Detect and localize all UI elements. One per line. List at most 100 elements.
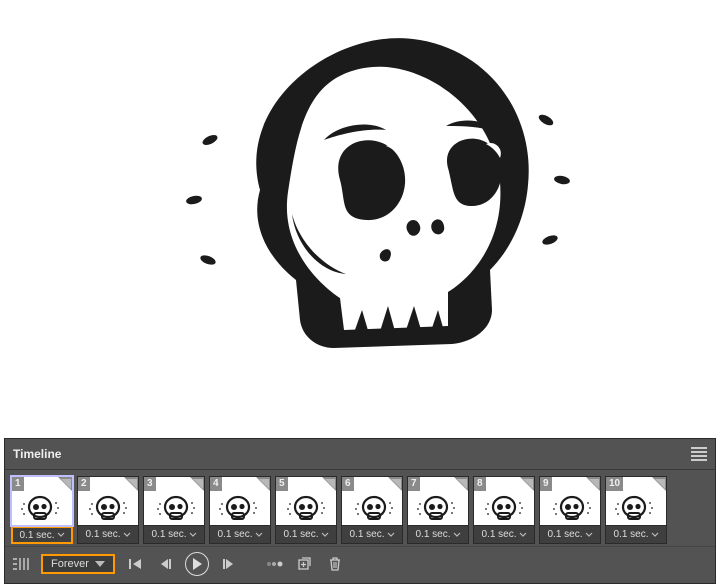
frame-delay-select[interactable]: 0.1 sec. (539, 526, 601, 544)
frame-delay-label: 0.1 sec. (19, 530, 54, 541)
frame-corner-fold-icon (58, 477, 72, 491)
frame-delay-select[interactable]: 0.1 sec. (77, 526, 139, 544)
frame-delay-label: 0.1 sec. (349, 529, 384, 540)
canvas (0, 0, 720, 420)
convert-to-video-timeline-button[interactable] (11, 554, 31, 574)
frame-thumbnail[interactable]: 2 (77, 476, 139, 526)
timeline-frame[interactable]: 3 0.1 sec. (143, 476, 205, 544)
first-frame-icon (128, 557, 142, 571)
frame-corner-fold-icon (190, 477, 204, 491)
frame-delay-label: 0.1 sec. (613, 529, 648, 540)
timeline-frame[interactable]: 5 0.1 sec. (275, 476, 337, 544)
frame-thumbnail[interactable]: 8 (473, 476, 535, 526)
frame-thumb-content (12, 492, 72, 525)
frame-thumb-content (144, 492, 204, 525)
first-frame-button[interactable] (125, 554, 145, 574)
play-icon (193, 558, 202, 570)
chevron-down-icon (255, 532, 263, 538)
frame-delay-label: 0.1 sec. (85, 529, 120, 540)
frame-thumbnail[interactable]: 5 (275, 476, 337, 526)
timeline-convert-icon (12, 556, 30, 572)
next-frame-icon (222, 557, 236, 571)
frame-delay-label: 0.1 sec. (217, 529, 252, 540)
frame-number: 8 (474, 477, 486, 491)
app-root: Timeline 1 0.1 sec.2 0.1 sec.3 (0, 0, 720, 588)
frame-thumb-content (540, 492, 600, 525)
chevron-down-icon (57, 532, 65, 538)
frame-number: 3 (144, 477, 156, 491)
frame-corner-fold-icon (256, 477, 270, 491)
frame-number: 9 (540, 477, 552, 491)
chevron-down-icon (321, 532, 329, 538)
frame-thumbnail[interactable]: 10 (605, 476, 667, 526)
canvas-artwork-skull (140, 10, 580, 390)
timeline-frame[interactable]: 9 0.1 sec. (539, 476, 601, 544)
tween-icon (266, 557, 284, 571)
frame-corner-fold-icon (124, 477, 138, 491)
frame-delay-select[interactable]: 0.1 sec. (275, 526, 337, 544)
chevron-down-icon (189, 532, 197, 538)
frame-thumb-content (606, 492, 666, 525)
frame-number: 1 (12, 477, 24, 491)
timeline-frame[interactable]: 2 0.1 sec. (77, 476, 139, 544)
timeline-frame[interactable]: 7 0.1 sec. (407, 476, 469, 544)
frame-thumbnail[interactable]: 7 (407, 476, 469, 526)
timeline-header: Timeline (5, 439, 715, 470)
chevron-down-icon (519, 532, 527, 538)
chevron-down-icon (651, 532, 659, 538)
frame-corner-fold-icon (388, 477, 402, 491)
frame-delay-label: 0.1 sec. (481, 529, 516, 540)
frame-delay-select[interactable]: 0.1 sec. (143, 526, 205, 544)
timeline-frame[interactable]: 6 0.1 sec. (341, 476, 403, 544)
frame-delay-select[interactable]: 0.1 sec. (341, 526, 403, 544)
frame-delay-label: 0.1 sec. (415, 529, 450, 540)
timeline-controls: Forever (5, 546, 715, 583)
frame-thumbnail[interactable]: 1 (11, 476, 73, 526)
frame-number: 7 (408, 477, 420, 491)
loop-select-label: Forever (51, 558, 89, 570)
frame-thumbnail[interactable]: 3 (143, 476, 205, 526)
chevron-down-icon (387, 532, 395, 538)
frame-number: 10 (606, 477, 623, 491)
frame-thumbnail[interactable]: 4 (209, 476, 271, 526)
duplicate-frame-icon (297, 557, 313, 571)
timeline-frame[interactable]: 10 0.1 sec. (605, 476, 667, 544)
frame-delay-select[interactable]: 0.1 sec. (407, 526, 469, 544)
frame-corner-fold-icon (586, 477, 600, 491)
frame-delay-select[interactable]: 0.1 sec. (605, 526, 667, 544)
play-button[interactable] (185, 552, 209, 576)
frame-delay-label: 0.1 sec. (283, 529, 318, 540)
duplicate-frame-button[interactable] (295, 554, 315, 574)
timeline-frame[interactable]: 4 0.1 sec. (209, 476, 271, 544)
next-frame-button[interactable] (219, 554, 239, 574)
frame-corner-fold-icon (322, 477, 336, 491)
frame-delay-label: 0.1 sec. (547, 529, 582, 540)
timeline-panel: Timeline 1 0.1 sec.2 0.1 sec.3 (4, 438, 716, 584)
frame-delay-label: 0.1 sec. (151, 529, 186, 540)
prev-frame-button[interactable] (155, 554, 175, 574)
frame-thumb-content (78, 492, 138, 525)
prev-frame-icon (158, 557, 172, 571)
chevron-down-icon (453, 532, 461, 538)
frame-delay-select[interactable]: 0.1 sec. (473, 526, 535, 544)
frame-thumbnail[interactable]: 6 (341, 476, 403, 526)
timeline-frame[interactable]: 1 0.1 sec. (11, 476, 73, 544)
frame-number: 2 (78, 477, 90, 491)
frame-number: 4 (210, 477, 222, 491)
timeline-menu-button[interactable] (691, 447, 707, 461)
frame-thumb-content (342, 492, 402, 525)
frame-thumbnail[interactable]: 9 (539, 476, 601, 526)
frame-corner-fold-icon (520, 477, 534, 491)
timeline-frame[interactable]: 8 0.1 sec. (473, 476, 535, 544)
chevron-down-icon (95, 561, 105, 567)
timeline-frames-strip: 1 0.1 sec.2 0.1 sec.3 0.1 sec.4 (5, 470, 715, 546)
timeline-title: Timeline (13, 447, 61, 461)
loop-select[interactable]: Forever (41, 554, 115, 574)
delete-frame-button[interactable] (325, 554, 345, 574)
frame-number: 5 (276, 477, 288, 491)
tween-button[interactable] (265, 554, 285, 574)
trash-icon (328, 557, 342, 571)
frame-corner-fold-icon (652, 477, 666, 491)
frame-delay-select[interactable]: 0.1 sec. (209, 526, 271, 544)
frame-delay-select[interactable]: 0.1 sec. (11, 526, 73, 544)
